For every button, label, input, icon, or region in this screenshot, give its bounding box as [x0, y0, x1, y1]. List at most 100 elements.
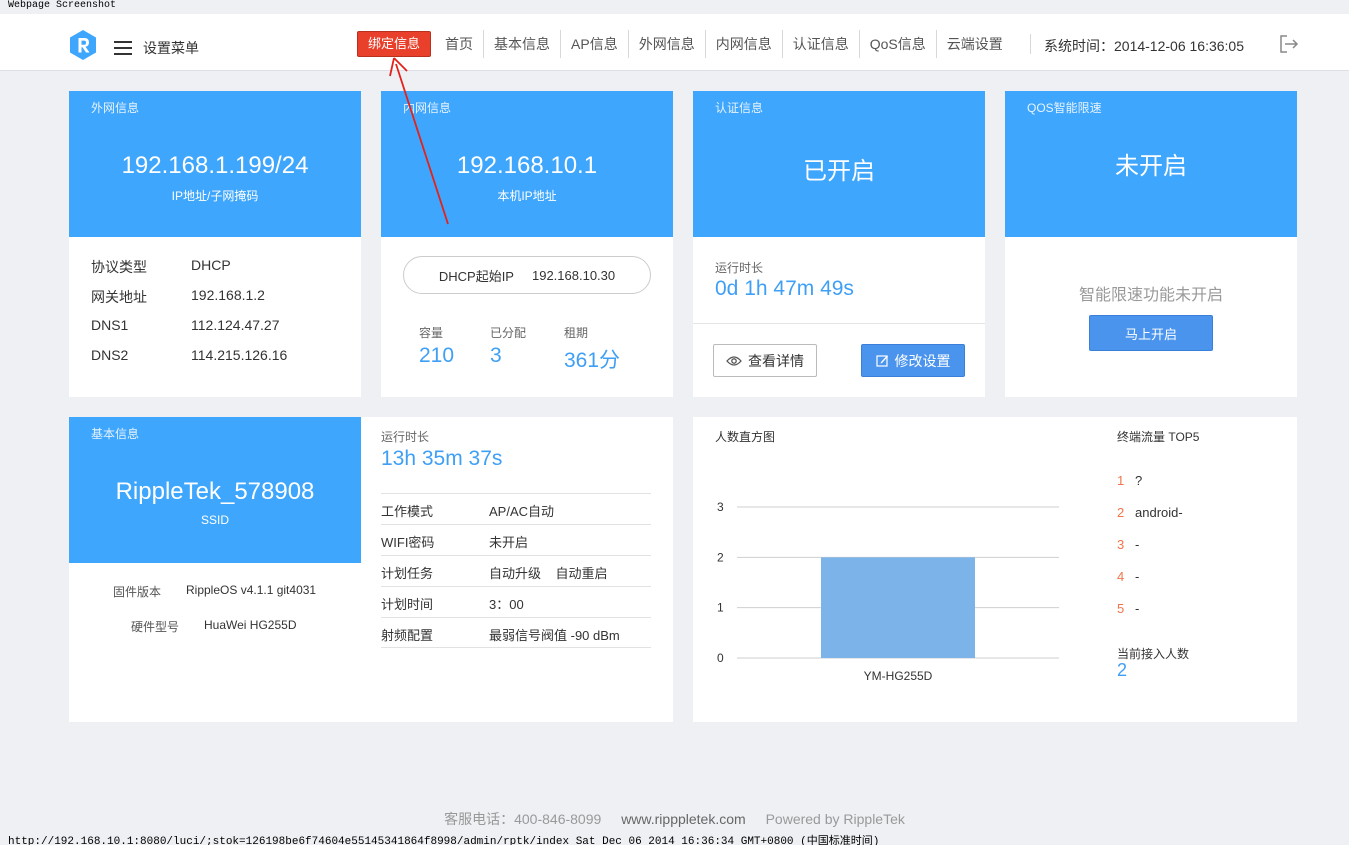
current-users-label: 当前接入人数	[1117, 647, 1190, 661]
hardware-label: 硬件型号	[131, 620, 180, 634]
wan-card-tag: 外网信息	[91, 101, 140, 115]
wan-card-header: 外网信息 192.168.1.199/24 IP地址/子网掩码	[69, 91, 361, 237]
top5-item: 1?	[1117, 473, 1142, 488]
nav-lan-info[interactable]: 内网信息	[706, 30, 783, 58]
edit-icon	[875, 355, 888, 367]
top5-item: 3-	[1117, 537, 1139, 552]
view-details-button[interactable]: 查看详情	[713, 344, 817, 377]
auth-uptime: 0d 1h 47m 49s	[715, 277, 854, 300]
row-key: 射频配置	[381, 628, 434, 643]
top5-rank: 1	[1117, 473, 1125, 488]
dhcp-start-pill: DHCP起始IP 192.168.10.30	[403, 256, 651, 294]
lan-assigned-label: 已分配	[490, 326, 527, 340]
annotation-arrow-icon	[389, 57, 449, 225]
row-value: 未开启	[489, 535, 529, 550]
print-header: Webpage Screenshot	[8, 0, 117, 11]
y-tick-label: 3	[717, 500, 724, 514]
top5-rank: 5	[1117, 601, 1125, 616]
auth-card-tag: 认证信息	[715, 101, 764, 115]
footer-phone: 客服电话：400-846-8099	[444, 811, 602, 827]
view-details-label: 查看详情	[748, 352, 804, 369]
firmware-label: 固件版本	[113, 585, 162, 599]
lan-assigned-value: 3	[490, 344, 502, 367]
row-key: 计划时间	[381, 597, 434, 612]
basic-uptime-label: 运行时长	[381, 430, 430, 444]
wan-row-value: 114.215.126.16	[191, 347, 288, 363]
basic-uptime: 13h 35m 37s	[381, 447, 503, 470]
lan-capacity-value: 210	[419, 344, 455, 367]
nav-cloud-settings[interactable]: 云端设置	[937, 30, 1013, 58]
system-time: 系统时间：2014-12-06 16:36:05	[1044, 38, 1244, 54]
enable-qos-button[interactable]: 马上开启	[1089, 315, 1213, 351]
nav-basic-info[interactable]: 基本信息	[484, 30, 562, 58]
eye-icon	[726, 355, 742, 366]
basic-info-header: 基本信息 RippleTek_578908 SSID	[69, 417, 361, 563]
wan-card: 外网信息 192.168.1.199/24 IP地址/子网掩码 协议类型 DHC…	[69, 91, 361, 397]
x-category-label: YM-HG255D	[864, 669, 933, 683]
auth-card-header: 认证信息 已开启	[693, 91, 985, 237]
ssid-value: RippleTek_578908	[115, 478, 315, 505]
wan-row-label: DNS1	[91, 317, 129, 333]
table-row: 计划时间 3：00	[381, 586, 651, 617]
top5-item: 2 android-	[1117, 505, 1183, 520]
hamburger-icon	[114, 41, 132, 55]
nav-qos-info[interactable]: QoS信息	[860, 30, 937, 58]
firmware-value: RippleOS v4.1.1 git4031	[186, 583, 317, 597]
wan-ip-label: IP地址/子网掩码	[171, 189, 259, 203]
histogram-chart: 0 1 2 3 YM-HG255D	[717, 500, 1059, 683]
lan-lease-label: 租期	[564, 326, 589, 340]
settings-menu-label: 设置菜单	[143, 40, 199, 56]
ripple-logo-icon[interactable]	[68, 29, 98, 61]
nav-ap-info[interactable]: AP信息	[561, 30, 629, 58]
logout-icon[interactable]	[1279, 35, 1299, 53]
table-row: 射频配置 最弱信号阀值 -90 dBm	[381, 617, 651, 648]
auth-card: 认证信息 已开启 运行时长 0d 1h 47m 49s 查看详情 修改设置	[693, 91, 985, 397]
basic-info-tag: 基本信息	[91, 427, 140, 441]
print-footer: http://192.168.10.1:8080/luci/;stok=1261…	[8, 836, 880, 845]
top5-rank: 4	[1117, 569, 1125, 584]
footer-powered-by: Powered by RippleTek	[765, 811, 905, 827]
y-tick-label: 1	[717, 601, 724, 615]
table-row: 计划任务 自动升级 自动重启	[381, 555, 651, 586]
row-value: 3：00	[489, 597, 524, 612]
footer-site-link[interactable]: www.ripppletek.com	[621, 811, 746, 827]
auth-uptime-label: 运行时长	[715, 261, 764, 275]
ssid-label: SSID	[200, 513, 229, 527]
row-key: 计划任务	[381, 566, 434, 581]
histogram-title: 人数直方图	[715, 430, 776, 444]
top5-name: android-	[1135, 505, 1183, 520]
nav-wan-info[interactable]: 外网信息	[629, 30, 706, 58]
hardware-value: HuaWei HG255D	[204, 618, 297, 632]
row-value: 自动升级 自动重启	[489, 566, 608, 581]
wan-row-value: 112.124.47.27	[191, 317, 280, 333]
qos-message: 智能限速功能未开启	[1078, 287, 1223, 304]
top5-item: 4-	[1117, 569, 1139, 584]
wan-row-label: 网关地址	[91, 289, 147, 305]
page-footer: 客服电话：400-846-8099 www.ripppletek.com Pow…	[0, 809, 1349, 829]
row-value: 最弱信号阀值 -90 dBm	[489, 628, 620, 643]
edit-settings-button[interactable]: 修改设置	[861, 344, 965, 377]
auth-divider	[693, 323, 985, 324]
table-row: WIFI密码 未开启	[381, 524, 651, 555]
lan-capacity-label: 容量	[419, 326, 444, 340]
auth-status: 已开启	[803, 158, 875, 185]
qos-card-header: QOS智能限速 未开启	[1005, 91, 1297, 237]
qos-status: 未开启	[1115, 153, 1187, 180]
y-tick-label: 0	[717, 651, 724, 665]
basic-info-card: 基本信息 RippleTek_578908 SSID 固件版本 RippleOS…	[69, 417, 673, 722]
y-tick-label: 2	[717, 550, 724, 564]
row-value: AP/AC自动	[489, 504, 555, 519]
dhcp-start-value: 192.168.10.30	[531, 267, 616, 283]
top5-name: -	[1135, 569, 1140, 584]
wan-row-label: DNS2	[91, 347, 129, 363]
top-bar: 设置菜单 绑定信息 首页 基本信息 AP信息 外网信息 内网信息 认证信息 Qo…	[0, 14, 1349, 71]
wan-row-value: 192.168.1.2	[191, 287, 265, 303]
histogram-bar	[821, 557, 975, 658]
top5-rank: 2	[1117, 505, 1125, 520]
settings-menu-toggle[interactable]: 设置菜单	[114, 38, 199, 58]
qos-card: QOS智能限速 未开启 智能限速功能未开启 马上开启	[1005, 91, 1297, 397]
nav-auth-info[interactable]: 认证信息	[783, 30, 860, 58]
qos-card-tag: QOS智能限速	[1027, 101, 1102, 115]
table-row: 工作模式 AP/AC自动	[381, 493, 651, 524]
current-users-value: 2	[1117, 660, 1128, 680]
